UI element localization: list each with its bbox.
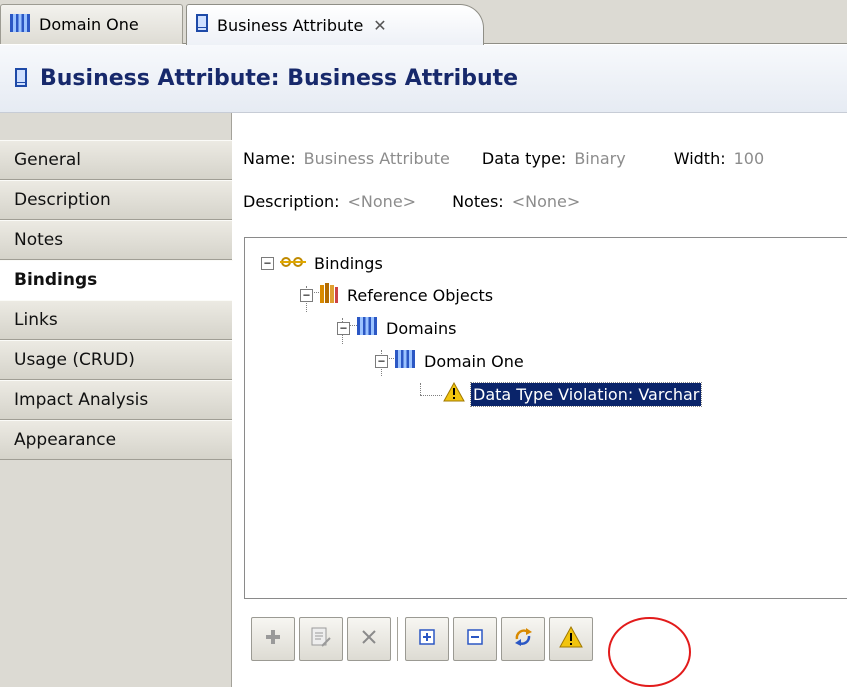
bindings-tree[interactable]: − Bindings − Reference Objects − Domains… xyxy=(244,237,847,599)
tree-node-bindings[interactable]: − Bindings xyxy=(261,248,385,278)
collapse-toggle[interactable]: − xyxy=(337,321,350,335)
editor-tab-strip: Domain One Business Attribute ✕ xyxy=(0,0,847,45)
warning-icon xyxy=(559,625,583,652)
nav-item-general[interactable]: General xyxy=(0,140,232,180)
collapse-toggle[interactable]: − xyxy=(375,354,388,368)
description-value: <None> xyxy=(347,191,417,211)
refresh-icon xyxy=(511,625,535,653)
nav-item-appearance[interactable]: Appearance xyxy=(0,420,232,460)
tree-node-data-type-violation[interactable]: Data Type Violation: Varchar xyxy=(443,379,703,409)
bindings-panel: Name: Business Attribute Data type: Bina… xyxy=(233,113,847,687)
delete-icon xyxy=(360,628,378,650)
delete-button[interactable] xyxy=(347,617,391,661)
tree-node-domains[interactable]: − Domains xyxy=(337,313,458,343)
tree-node-label: Domain One xyxy=(424,351,524,371)
data-type-value: Binary xyxy=(574,148,626,168)
tree-node-label: Bindings xyxy=(314,253,383,273)
nav-item-impact-analysis[interactable]: Impact Analysis xyxy=(0,380,232,420)
notes-value: <None> xyxy=(511,191,581,211)
tree-node-label: Reference Objects xyxy=(347,285,494,305)
edit-icon xyxy=(310,626,332,652)
toolbar-separator xyxy=(397,617,399,661)
collapse-toggle[interactable]: − xyxy=(261,256,274,270)
business-attribute-icon xyxy=(14,65,28,93)
domain-icon xyxy=(9,12,31,38)
bindings-icon xyxy=(280,254,306,273)
business-attribute-icon xyxy=(195,12,209,38)
property-sections-nav: General Description Notes Bindings Links… xyxy=(0,113,233,687)
collapse-toggle[interactable]: − xyxy=(300,288,313,302)
domain-icon xyxy=(356,315,378,341)
close-icon[interactable]: ✕ xyxy=(373,16,386,35)
tab-domain-one[interactable]: Domain One xyxy=(0,4,183,44)
tree-node-label: Data Type Violation: Varchar xyxy=(469,381,703,407)
expand-all-button[interactable] xyxy=(405,617,449,661)
tree-node-label: Domains xyxy=(386,318,457,338)
name-label: Name: xyxy=(243,148,296,168)
description-label: Description: xyxy=(243,191,340,211)
add-button[interactable] xyxy=(251,617,295,661)
tab-label: Business Attribute xyxy=(217,15,364,35)
bindings-toolbar xyxy=(244,599,847,687)
edit-button[interactable] xyxy=(299,617,343,661)
nav-item-description[interactable]: Description xyxy=(0,180,232,220)
properties-row: Description: <None> Notes: <None> xyxy=(243,186,580,216)
refresh-button[interactable] xyxy=(501,617,545,661)
show-violations-button[interactable] xyxy=(549,617,593,661)
domain-icon xyxy=(394,348,416,374)
collapse-all-icon xyxy=(466,628,484,650)
nav-item-notes[interactable]: Notes xyxy=(0,220,232,260)
width-value: 100 xyxy=(733,148,765,168)
data-type-label: Data type: xyxy=(481,148,567,168)
page-title: Business Attribute: Business Attribute xyxy=(40,66,519,91)
expand-all-icon xyxy=(418,628,436,650)
width-label: Width: xyxy=(673,148,726,168)
warning-icon xyxy=(443,381,465,406)
nav-item-bindings[interactable]: Bindings xyxy=(0,260,233,300)
tab-business-attribute[interactable]: Business Attribute ✕ xyxy=(186,4,484,45)
nav-item-usage-crud[interactable]: Usage (CRUD) xyxy=(0,340,232,380)
notes-label: Notes: xyxy=(452,191,504,211)
name-value: Business Attribute xyxy=(303,148,450,168)
tree-node-reference-objects[interactable]: − Reference Objects xyxy=(300,280,495,310)
nav-item-links[interactable]: Links xyxy=(0,300,232,340)
collapse-all-button[interactable] xyxy=(453,617,497,661)
tree-node-domain-one[interactable]: − Domain One xyxy=(375,346,526,376)
tab-label: Domain One xyxy=(39,15,139,34)
add-icon xyxy=(264,628,282,650)
reference-objects-icon xyxy=(319,282,339,308)
properties-row: Name: Business Attribute Data type: Bina… xyxy=(243,143,764,173)
editor-header: Business Attribute: Business Attribute xyxy=(0,45,847,113)
